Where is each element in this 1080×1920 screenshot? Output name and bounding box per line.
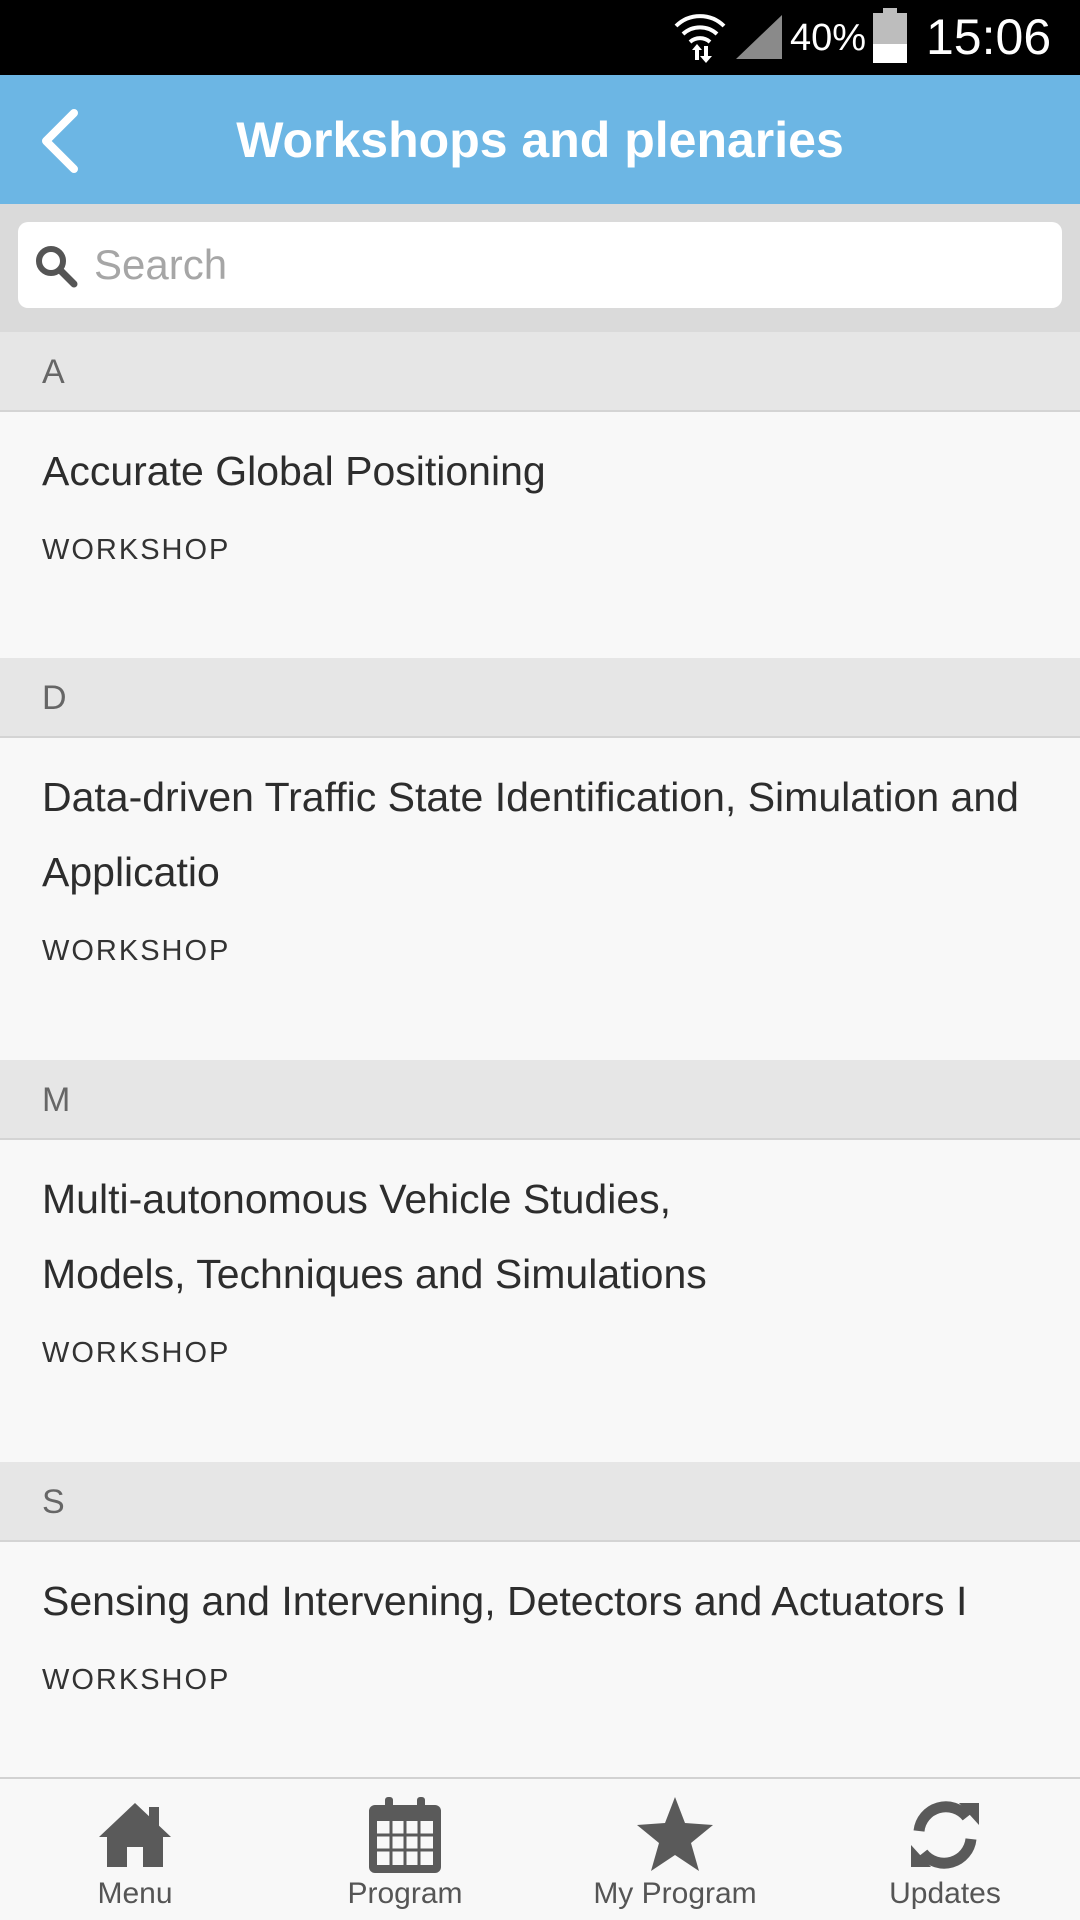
item-title: Accurate Global Positioning bbox=[42, 448, 546, 494]
nav-label: Updates bbox=[889, 1877, 1001, 1910]
nav-menu[interactable]: Menu bbox=[0, 1779, 270, 1920]
list-item[interactable]: Accurate Global Positioning WORKSHOP bbox=[0, 412, 1080, 658]
item-title: Multi-autonomous Vehicle Studies, Models… bbox=[42, 1176, 707, 1297]
search-icon bbox=[36, 246, 78, 288]
nav-my-program[interactable]: My Program bbox=[540, 1779, 810, 1920]
section-header-s: S bbox=[0, 1462, 1080, 1542]
section-header-d: D bbox=[0, 658, 1080, 738]
item-type: WORKSHOP bbox=[42, 1664, 231, 1696]
search-input[interactable] bbox=[94, 222, 1044, 308]
app-bar: Workshops and plenaries bbox=[0, 75, 1080, 204]
nav-updates[interactable]: Updates bbox=[810, 1779, 1080, 1920]
status-bar: 40% 15:06 bbox=[0, 0, 1080, 75]
item-type: WORKSHOP bbox=[42, 935, 231, 967]
battery-percent: 40% bbox=[790, 17, 867, 59]
search-box[interactable] bbox=[18, 222, 1062, 308]
nav-label: My Program bbox=[593, 1877, 757, 1910]
item-type: WORKSHOP bbox=[42, 534, 231, 566]
chevron-left-icon bbox=[42, 109, 78, 173]
nav-program[interactable]: Program bbox=[270, 1779, 540, 1920]
list-item[interactable]: Multi-autonomous Vehicle Studies, Models… bbox=[0, 1140, 1080, 1462]
bottom-nav: Menu Program My Program Updates bbox=[0, 1777, 1080, 1920]
list-item[interactable]: Sensing and Intervening, Detectors and A… bbox=[0, 1542, 1080, 1777]
signal-icon bbox=[736, 15, 782, 59]
star-icon bbox=[637, 1797, 713, 1871]
page-title: Workshops and plenaries bbox=[236, 111, 844, 168]
section-header-m: M bbox=[0, 1060, 1080, 1140]
nav-label: Program bbox=[347, 1877, 463, 1910]
clock: 15:06 bbox=[926, 9, 1052, 65]
battery-icon bbox=[873, 8, 907, 63]
nav-label: Menu bbox=[97, 1877, 173, 1910]
back-button[interactable] bbox=[18, 99, 102, 183]
item-title: Data-driven Traffic State Identification… bbox=[42, 774, 1019, 895]
list-item[interactable]: Data-driven Traffic State Identification… bbox=[0, 738, 1080, 1060]
refresh-icon bbox=[911, 1801, 979, 1869]
workshop-list: A Accurate Global Positioning WORKSHOP D… bbox=[0, 332, 1080, 1777]
item-title: Sensing and Intervening, Detectors and A… bbox=[42, 1578, 968, 1624]
item-type: WORKSHOP bbox=[42, 1337, 231, 1369]
wifi-icon bbox=[674, 14, 726, 63]
search-bar bbox=[0, 204, 1080, 332]
home-icon bbox=[99, 1803, 171, 1867]
section-header-a: A bbox=[0, 332, 1080, 412]
calendar-icon bbox=[369, 1797, 441, 1873]
